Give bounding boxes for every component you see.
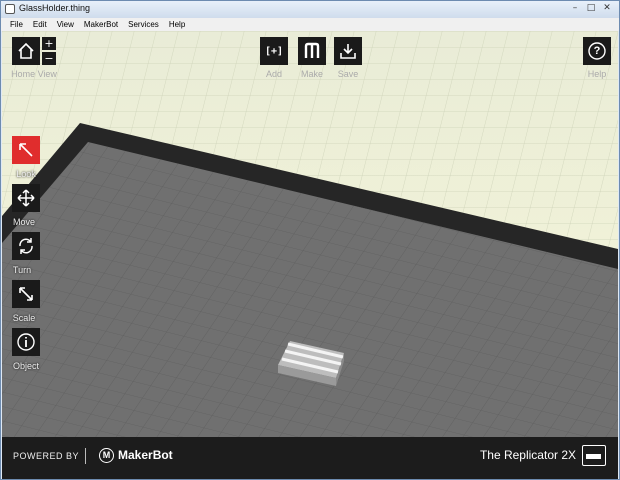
tool-look-button[interactable] (12, 136, 40, 164)
menu-makerbot[interactable]: MakerBot (79, 18, 123, 31)
powered-by-text: POWERED BY (13, 451, 80, 461)
add-button[interactable]: [+] (260, 37, 288, 65)
footer-bar: POWERED BY M MakerBot The Replicator 2X (2, 437, 618, 479)
move-arrows-icon (17, 189, 35, 207)
printer-name[interactable]: The Replicator 2X (480, 448, 576, 462)
make-button[interactable] (298, 37, 326, 65)
window-title: GlassHolder.thing (19, 3, 91, 13)
menu-view[interactable]: View (52, 18, 79, 31)
save-label: Save (337, 69, 359, 79)
build-scene (2, 31, 618, 437)
home-view-button[interactable] (12, 37, 40, 65)
app-icon (5, 4, 15, 14)
save-button[interactable] (334, 37, 362, 65)
turn-rotate-icon (19, 238, 33, 254)
makerbot-m-icon (304, 42, 320, 58)
title-bar: GlassHolder.thing – □ ✕ (1, 1, 619, 18)
tool-scale-button[interactable] (12, 280, 40, 308)
menu-bar: File Edit View MakerBot Services Help (1, 18, 619, 31)
info-icon (17, 333, 35, 351)
window-controls: – □ ✕ (567, 2, 615, 15)
tool-look-label: Look (16, 169, 36, 179)
tool-move-button[interactable] (12, 184, 40, 212)
help-question-mark: ? (593, 45, 601, 57)
zoom-in-button[interactable]: + (42, 37, 56, 50)
printer-icon[interactable] (582, 445, 606, 466)
look-arrow-icon (19, 143, 33, 157)
home-view-label: Home View (11, 69, 57, 79)
scale-diagonal-icon (19, 287, 33, 301)
makerbot-brand: MakerBot (118, 448, 173, 462)
3d-viewport[interactable]: + − Home View [+] Add Make Save ? Help L… (2, 31, 618, 437)
maximize-button[interactable]: □ (583, 2, 599, 15)
tool-turn-button[interactable] (12, 232, 40, 260)
app-window: GlassHolder.thing – □ ✕ File Edit View M… (0, 0, 620, 480)
menu-file[interactable]: File (5, 18, 28, 31)
add-icon: [+] (264, 45, 284, 57)
menu-help[interactable]: Help (164, 18, 190, 31)
home-icon (18, 42, 34, 59)
help-label: Help (587, 69, 607, 79)
zoom-out-button[interactable]: − (42, 52, 56, 65)
tool-turn-label: Turn (12, 265, 32, 275)
minimize-button[interactable]: – (567, 2, 583, 15)
tool-move-label: Move (12, 217, 35, 227)
menu-services[interactable]: Services (123, 18, 164, 31)
footer-divider (85, 448, 86, 464)
tool-object-button[interactable] (12, 328, 40, 356)
close-button[interactable]: ✕ (599, 2, 615, 15)
makerbot-logo-icon: M (99, 448, 114, 463)
download-icon (340, 44, 356, 59)
help-button[interactable]: ? (583, 37, 611, 65)
tool-object-label: Object (12, 361, 39, 371)
menu-edit[interactable]: Edit (28, 18, 52, 31)
tool-scale-label: Scale (12, 313, 36, 323)
